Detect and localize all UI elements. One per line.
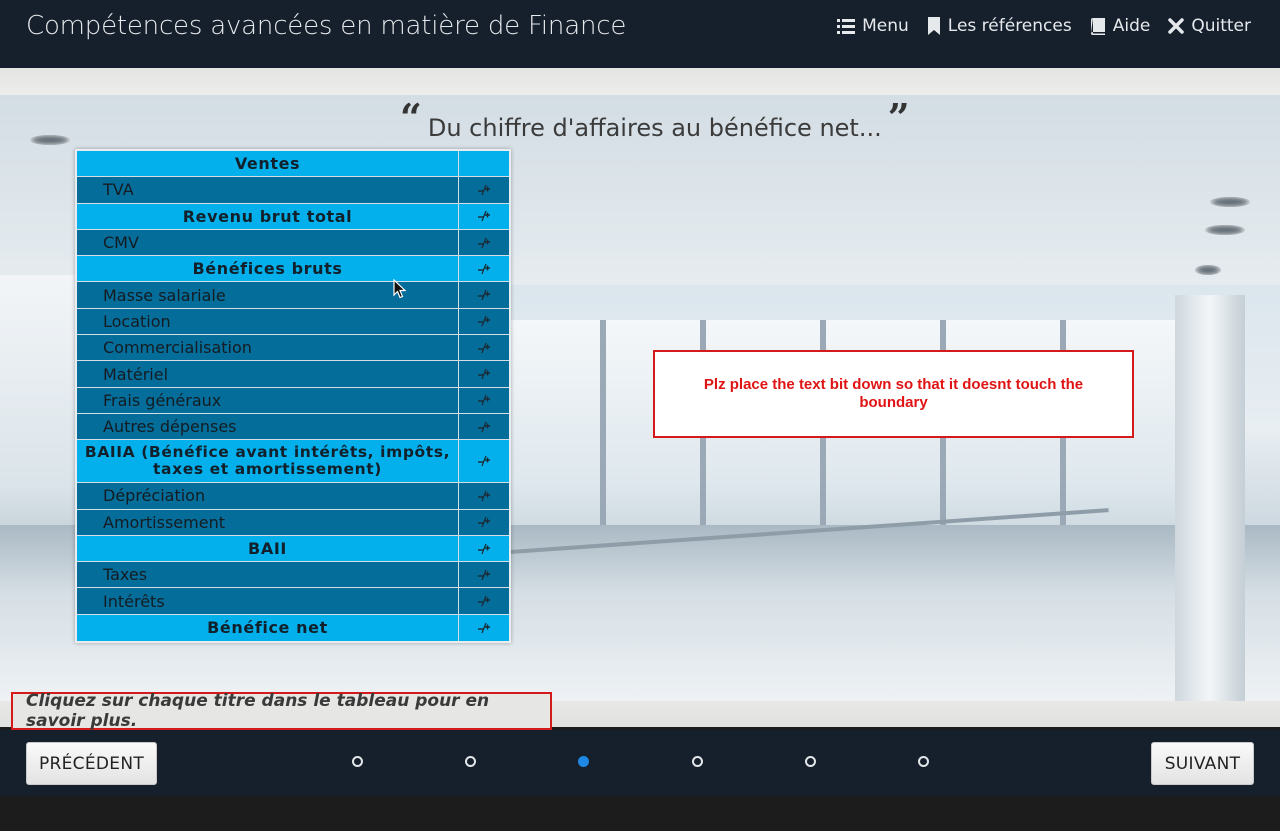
table-row[interactable]: Revenu brut total	[77, 203, 509, 230]
app-header: Compétences avancées en matière de Finan…	[0, 0, 1280, 68]
plus-minus-icon[interactable]	[459, 440, 509, 482]
row-label: Matériel	[77, 361, 459, 387]
course-title: Compétences avancées en matière de Finan…	[26, 11, 627, 41]
table-row[interactable]: CMV	[77, 229, 509, 257]
row-label: Frais généraux	[77, 387, 459, 413]
top-nav: Menu Les références Aide Quitter	[837, 16, 1251, 36]
plus-minus-icon[interactable]	[459, 510, 509, 535]
nav-menu[interactable]: Menu	[837, 16, 909, 36]
mouse-cursor-icon	[393, 278, 407, 303]
row-label: Bénéfice net	[77, 614, 459, 642]
table-row[interactable]: Commercialisation	[77, 335, 509, 362]
plus-minus-icon[interactable]	[459, 361, 509, 386]
row-label: Intérêts	[77, 588, 459, 614]
progress-dot[interactable]	[691, 756, 703, 767]
progress-dot[interactable]	[577, 756, 589, 767]
list-icon	[837, 18, 856, 35]
progress-dot[interactable]	[917, 756, 929, 767]
table-row[interactable]: Location	[77, 308, 509, 336]
heading-text: Du chiffre d'affaires au bénéfice net...	[427, 114, 882, 142]
table-row[interactable]: Intérêts	[77, 588, 509, 615]
progress-dot[interactable]	[351, 756, 363, 767]
row-label: Bénéfices bruts	[77, 256, 459, 282]
close-icon	[1168, 18, 1185, 34]
plus-minus-icon[interactable]	[459, 414, 509, 439]
nav-references[interactable]: Les références	[927, 16, 1072, 36]
open-quote-icon: “	[400, 95, 422, 140]
progress-dot[interactable]	[464, 756, 476, 767]
plus-minus-icon[interactable]	[459, 562, 509, 587]
row-label: BAIIA (Bénéfice avant intérêts, impôts, …	[77, 440, 459, 483]
row-label: Amortissement	[77, 509, 459, 535]
plus-minus-icon[interactable]	[459, 615, 509, 641]
table-row[interactable]: BAIIA (Bénéfice avant intérêts, impôts, …	[77, 440, 509, 484]
table-row[interactable]: Autres dépenses	[77, 413, 509, 441]
nav-quit-label: Quitter	[1191, 16, 1251, 36]
slide-heading: “ Du chiffre d'affaires au bénéfice net.…	[400, 95, 910, 143]
row-label: Location	[77, 308, 459, 335]
book-icon	[1090, 17, 1106, 35]
plus-minus-icon[interactable]	[459, 256, 509, 281]
nav-help[interactable]: Aide	[1090, 16, 1151, 36]
table-row[interactable]: Ventes	[77, 151, 509, 178]
footer-nav: PRÉCÉDENT SUIVANT	[0, 730, 1280, 796]
plus-minus-icon[interactable]	[459, 204, 509, 229]
table-row[interactable]: TVA	[77, 177, 509, 204]
slide-progress	[0, 730, 1280, 796]
previous-button[interactable]: PRÉCÉDENT	[26, 742, 157, 785]
progress-dot[interactable]	[804, 756, 816, 767]
top-band	[0, 68, 1280, 95]
table-row[interactable]: Amortissement	[77, 509, 509, 536]
ceiling-lamp	[1205, 225, 1245, 235]
ceiling-lamp	[1195, 265, 1221, 275]
plus-minus-icon[interactable]	[459, 483, 509, 508]
review-note: Plz place the text bit down so that it d…	[653, 350, 1134, 438]
row-label: Revenu brut total	[77, 203, 459, 229]
close-quote-icon: ”	[887, 95, 910, 140]
plus-minus-icon[interactable]	[459, 177, 509, 202]
nav-help-label: Aide	[1112, 16, 1151, 36]
row-label: TVA	[77, 177, 459, 203]
plus-minus-icon[interactable]	[459, 282, 509, 307]
plus-minus-icon[interactable]	[459, 388, 509, 413]
row-label: Commercialisation	[77, 335, 459, 361]
table-row[interactable]: BAII	[77, 535, 509, 563]
table-row[interactable]: Taxes	[77, 562, 509, 589]
row-label: Autres dépenses	[77, 413, 459, 440]
plus-minus-icon[interactable]	[459, 588, 509, 613]
table-row[interactable]: Masse salariale	[77, 282, 509, 309]
nav-quit[interactable]: Quitter	[1168, 16, 1251, 36]
pillar-image	[1175, 295, 1245, 701]
nav-references-label: Les références	[947, 16, 1072, 36]
row-label: CMV	[77, 229, 459, 256]
table-row[interactable]: Bénéfice net	[77, 614, 509, 642]
next-button[interactable]: SUIVANT	[1151, 742, 1254, 785]
plus-minus-icon[interactable]	[459, 335, 509, 360]
row-label: Taxes	[77, 562, 459, 588]
ceiling-lamp	[30, 135, 70, 145]
table-row[interactable]: Dépréciation	[77, 483, 509, 510]
plus-minus-icon[interactable]	[459, 536, 509, 561]
plus-minus-icon[interactable]	[459, 309, 509, 334]
bottom-strip	[0, 796, 1280, 831]
bookmark-icon	[927, 16, 941, 36]
table-row[interactable]: Matériel	[77, 361, 509, 388]
plus-minus-icon[interactable]	[459, 230, 509, 255]
income-statement-table: Ventes TVA Revenu brut total CMV Bénéfices b…	[75, 149, 511, 644]
instruction-label: Cliquez sur chaque titre dans le tableau…	[26, 691, 490, 731]
nav-menu-label: Menu	[862, 16, 909, 36]
row-label: Dépréciation	[77, 483, 459, 509]
instruction-text: Cliquez sur chaque titre dans le tableau…	[11, 691, 552, 731]
row-label: Ventes	[77, 151, 459, 177]
table-row[interactable]: Bénéfices bruts	[77, 256, 509, 283]
ceiling-lamp	[1210, 197, 1250, 207]
row-label: BAII	[77, 535, 459, 562]
plus-minus-icon[interactable]	[459, 151, 509, 176]
table-row[interactable]: Frais généraux	[77, 387, 509, 414]
